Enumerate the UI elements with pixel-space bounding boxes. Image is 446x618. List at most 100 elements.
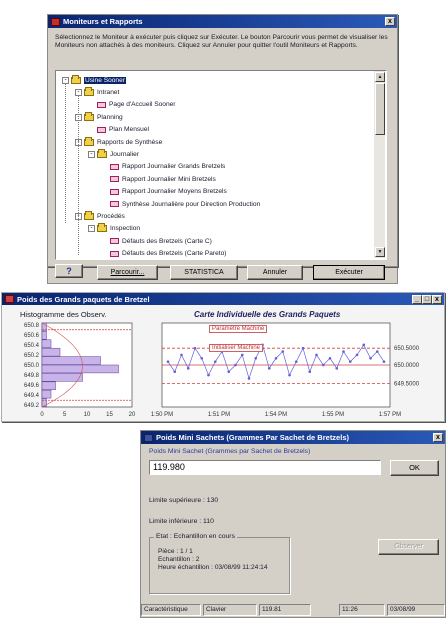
- observer-button[interactable]: Observer: [378, 539, 439, 555]
- report-icon: [110, 176, 119, 183]
- hist-ytick: 650.2: [24, 353, 40, 359]
- report-icon: [110, 250, 119, 257]
- data-point: [207, 373, 210, 377]
- tree-item[interactable]: Rapport Journalier Mini Bretzels: [101, 174, 216, 184]
- tree-item-label: Rapport Journalier Mini Bretzels: [122, 175, 216, 183]
- data-point: [166, 360, 170, 363]
- sample-app-icon: [144, 433, 153, 442]
- chart-ytick: 649.5000: [394, 381, 420, 387]
- hist-xtick: 10: [84, 412, 91, 418]
- value-input[interactable]: 119.980: [149, 460, 381, 475]
- browse-button[interactable]: Parcourir...: [97, 265, 158, 280]
- scroll-up-icon[interactable]: ▲: [375, 72, 385, 82]
- hist-ytick: 649.4: [24, 393, 40, 399]
- tree-item-label: Rapport Journalier Moyens Bretzels: [122, 188, 227, 196]
- scroll-down-icon[interactable]: ▼: [375, 247, 385, 257]
- status-characteristic: Caractéristique: [141, 604, 201, 616]
- chart-ytick: 650.5000: [394, 346, 420, 352]
- chart-window-title: Poids des Grands paquets de Bretzel: [17, 294, 150, 304]
- status-time: 11:26: [339, 604, 385, 616]
- tree-item-label: Défauts des Bretzels (Carte C): [122, 237, 212, 245]
- hist-xtick: 20: [129, 412, 136, 418]
- scroll-thumb[interactable]: [375, 83, 385, 135]
- close-icon[interactable]: x: [433, 433, 443, 442]
- tree-item[interactable]: - Journalier: [88, 148, 139, 159]
- data-point: [213, 360, 217, 363]
- data-point: [301, 346, 305, 350]
- chart-window: Poids des Grands paquets de Bretzel _ □ …: [1, 292, 445, 422]
- data-point: [281, 350, 285, 353]
- close-icon[interactable]: x: [432, 294, 442, 304]
- data-point: [375, 350, 379, 353]
- param-flag[interactable]: Paramètre Machine: [209, 325, 268, 333]
- init-flag[interactable]: Initialiser Machine: [209, 344, 264, 352]
- report-icon: [97, 126, 106, 133]
- data-point: [308, 370, 312, 374]
- app-icon: [51, 17, 60, 26]
- tree-item-label: Page d'Accueil Sooner: [109, 101, 176, 109]
- data-point: [294, 360, 298, 363]
- hist-ytick: 649.2: [24, 403, 40, 409]
- tree-item[interactable]: Synthèse Journalière pour Direction Prod…: [101, 199, 260, 209]
- chart-canvas: 650.8 650.6 650.4 650.2 650.0 649.8 649.6 649.4…: [24, 322, 420, 418]
- tree-item[interactable]: - Procédés: [75, 210, 125, 221]
- tree-item[interactable]: Rapport Journalier Moyens Bretzels: [101, 187, 227, 197]
- cancel-button[interactable]: Annuler: [247, 265, 303, 280]
- histogram-bar: [41, 364, 119, 374]
- chart-ytick: 650.0000: [394, 363, 420, 369]
- maximize-icon[interactable]: □: [422, 294, 432, 304]
- data-point: [362, 343, 366, 347]
- minimize-icon[interactable]: _: [412, 294, 422, 304]
- data-point: [200, 356, 204, 360]
- tree-item[interactable]: Page d'Accueil Sooner: [88, 100, 176, 110]
- histogram-bar: [41, 339, 52, 348]
- chart-xtick: 1:51 PM: [208, 412, 230, 418]
- tree-item[interactable]: Défauts des Bretzels (Carte Pareto): [101, 249, 226, 258]
- chart-xtick: 1:50 PM: [151, 412, 173, 418]
- tree-line: [65, 83, 66, 223]
- data-point: [186, 367, 190, 370]
- data-point: [267, 367, 271, 370]
- tree-item-label: Rapport Journalier Grands Bretzels: [122, 163, 226, 171]
- folder-icon: [84, 136, 94, 146]
- sample-time: Heure échantillon : 03/08/99 11:24:14: [158, 564, 268, 571]
- data-point: [274, 356, 278, 360]
- ok-button[interactable]: OK: [390, 460, 439, 476]
- collapse-icon[interactable]: -: [88, 225, 95, 233]
- tree-item[interactable]: Rapport Journalier Grands Bretzels: [101, 162, 225, 172]
- help-button[interactable]: ?: [55, 264, 83, 278]
- tree-item[interactable]: Plan Mensuel: [88, 125, 149, 135]
- data-point: [247, 377, 251, 380]
- tree-item[interactable]: Défauts des Bretzels (Carte C): [101, 236, 212, 246]
- tree-item[interactable]: - Intranet: [75, 86, 119, 97]
- chart-xtick: 1:54 PM: [265, 412, 287, 418]
- close-icon[interactable]: x: [385, 17, 395, 26]
- status-date: 03/08/99: [387, 604, 445, 616]
- data-point: [355, 353, 359, 357]
- data-point: [369, 356, 372, 360]
- sample-subtitle: Poids Mini Sachet (Grammes par Sachet de…: [149, 448, 311, 455]
- tree-item[interactable]: - Inspection: [88, 223, 140, 234]
- tree-item[interactable]: - Usine Sooner: [62, 74, 126, 85]
- status-value: 119.81: [259, 604, 311, 616]
- reports-titlebar[interactable]: Moniteurs et Rapports x: [48, 15, 397, 28]
- collapse-icon[interactable]: -: [88, 150, 95, 158]
- run-button[interactable]: Exécuter: [313, 265, 385, 280]
- group-label: Etat : Echantillon en cours: [154, 533, 237, 540]
- hist-ytick: 649.8: [24, 373, 40, 379]
- data-point: [180, 353, 183, 357]
- tree-item[interactable]: - Planning: [75, 111, 123, 122]
- tree-item[interactable]: - Rapports de Synthèse: [75, 136, 162, 147]
- statistica-button[interactable]: STATISTICA: [170, 265, 238, 280]
- folder-icon: [84, 86, 94, 96]
- report-icon: [110, 201, 119, 207]
- chart-titlebar[interactable]: Poids des Grands paquets de Bretzel _ □ …: [2, 293, 444, 305]
- sample-titlebar[interactable]: Poids Mini Sachets (Grammes Par Sachet d…: [141, 431, 445, 444]
- reports-title: Moniteurs et Rapports: [63, 17, 143, 26]
- chart-xtick: 1:55 PM: [322, 412, 344, 418]
- folder-icon: [84, 210, 94, 220]
- tree-content: - Usine Sooner - Intranet Page d'Accueil Soo…: [58, 71, 374, 258]
- histogram-bar: [41, 389, 52, 399]
- report-icon: [110, 163, 119, 170]
- data-point: [227, 370, 231, 374]
